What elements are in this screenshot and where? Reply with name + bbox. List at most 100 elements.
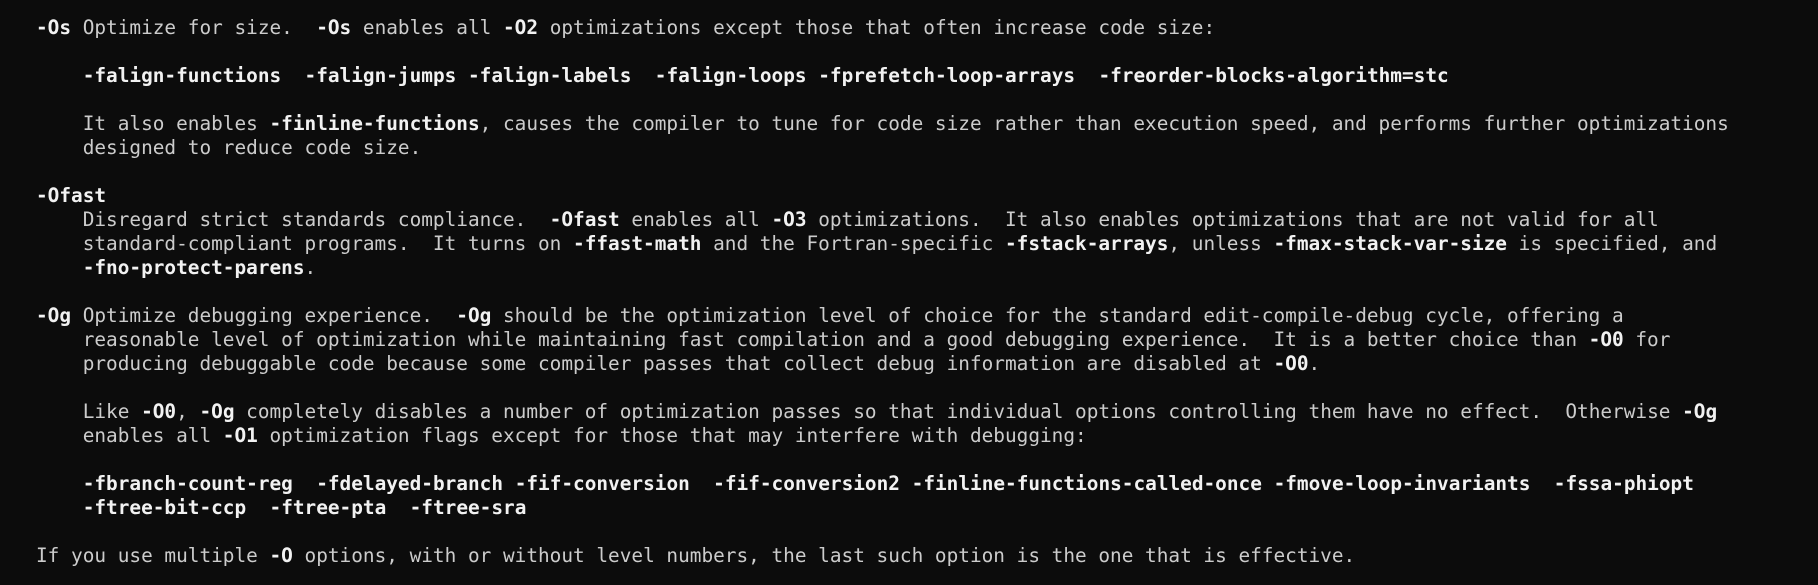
text-run: options, with or without level numbers, … — [292, 544, 1356, 567]
text-run: optimizations. It also enables optimizat… — [806, 208, 1659, 231]
option-flag: -freorder-blocks-algorithm=stc — [1098, 64, 1449, 87]
option-flag: -fno-protect-parens — [82, 256, 305, 279]
text-line: -falign-functions -falign-jumps -falign-… — [36, 64, 1818, 88]
text-line: designed to reduce code size. — [36, 136, 1818, 160]
text-run — [36, 496, 83, 519]
text-line: enables all -O1 optimization flags excep… — [36, 424, 1818, 448]
text-line: It also enables -finline-functions, caus… — [36, 112, 1818, 136]
text-run: enables all — [36, 424, 223, 447]
text-line: -Og Optimize debugging experience. -Og s… — [36, 304, 1818, 328]
option-flag: -O0 — [1588, 328, 1624, 351]
text-run: and the Fortran-specific — [701, 232, 1005, 255]
option-flag: -Ofast — [549, 208, 620, 231]
text-run: enables all — [619, 208, 772, 231]
text-run: optimization flags except for those that… — [257, 424, 1087, 447]
text-line: -ftree-bit-ccp -ftree-pta -ftree-sra — [36, 496, 1818, 520]
option-flag: -ftree-sra — [409, 496, 527, 519]
option-flag: -Og — [36, 304, 72, 327]
option-flag: -fstack-arrays — [1004, 232, 1169, 255]
text-run: . — [1308, 352, 1321, 375]
option-flag: -fif-conversion2 — [713, 472, 900, 495]
text-run — [1262, 472, 1274, 495]
text-run — [36, 64, 83, 87]
option-flag: -O0 — [1273, 352, 1309, 375]
option-flag: -falign-labels — [467, 64, 632, 87]
text-line: producing debuggable code because some c… — [36, 352, 1818, 376]
option-flag: -fdelayed-branch — [316, 472, 503, 495]
text-run: Optimize debugging experience. — [71, 304, 457, 327]
text-run — [1075, 64, 1098, 87]
option-flag: -O3 — [771, 208, 807, 231]
option-flag: -Ofast — [36, 184, 107, 207]
text-run — [456, 64, 468, 87]
option-flag: -O — [269, 544, 293, 567]
text-run: If you use multiple — [36, 544, 270, 567]
text-line: If you use multiple -O options, with or … — [36, 544, 1818, 568]
option-flag: -fif-conversion — [514, 472, 690, 495]
text-run: , — [176, 400, 200, 423]
option-flag: -fmax-stack-var-size — [1273, 232, 1507, 255]
text-line: -Ofast — [36, 184, 1818, 208]
text-run: , unless — [1168, 232, 1274, 255]
text-run: producing debuggable code because some c… — [36, 352, 1274, 375]
text-run — [1530, 472, 1553, 495]
option-flag: -O0 — [141, 400, 177, 423]
text-run: designed to reduce code size. — [36, 136, 422, 159]
terminal-window[interactable]: -Os Optimize for size. -Os enables all -… — [0, 0, 1818, 585]
text-run: completely disables a number of optimiza… — [234, 400, 1683, 423]
text-line: Disregard strict standards compliance. -… — [36, 208, 1818, 232]
text-run: is specified, and — [1506, 232, 1718, 255]
text-run: for — [1623, 328, 1671, 351]
text-line: -fbranch-count-reg -fdelayed-branch -fif… — [36, 472, 1818, 496]
option-flag: -falign-loops — [654, 64, 807, 87]
option-flag: -O1 — [222, 424, 258, 447]
option-flag: -fbranch-count-reg — [82, 472, 293, 495]
text-run: Optimize for size. — [71, 16, 317, 39]
option-flag: -ftree-pta — [269, 496, 387, 519]
option-flag: -fmove-loop-invariants — [1273, 472, 1531, 495]
text-run: optimizations except those that often in… — [538, 16, 1216, 39]
text-run — [36, 472, 83, 495]
option-flag: -Og — [1682, 400, 1718, 423]
text-run: reasonable level of optimization while m… — [36, 328, 1589, 351]
text-run — [36, 256, 83, 279]
text-run: Disregard strict standards compliance. — [36, 208, 550, 231]
option-flag: -O2 — [503, 16, 539, 39]
man-page-text: -Os Optimize for size. -Os enables all -… — [36, 16, 1818, 568]
text-run — [807, 64, 819, 87]
option-flag: -falign-functions — [82, 64, 282, 87]
option-flag: -fssa-phiopt — [1553, 472, 1694, 495]
text-run — [246, 496, 269, 519]
option-flag: -falign-jumps — [304, 64, 457, 87]
text-run: Like — [36, 400, 142, 423]
text-run: standard-compliant programs. It turns on — [36, 232, 574, 255]
text-run — [503, 472, 515, 495]
text-line: standard-compliant programs. It turns on… — [36, 232, 1818, 256]
text-run: enables all — [351, 16, 503, 39]
text-run — [386, 496, 409, 519]
option-flag: -ftree-bit-ccp — [82, 496, 247, 519]
option-flag: -finline-functions-called-once — [911, 472, 1262, 495]
text-run — [631, 64, 654, 87]
text-line: reasonable level of optimization while m… — [36, 328, 1818, 352]
text-run: should be the optimization level of choi… — [491, 304, 1624, 327]
option-flag: -finline-functions — [269, 112, 480, 135]
option-flag: -ffast-math — [573, 232, 702, 255]
text-run: It also enables — [36, 112, 270, 135]
option-flag: -Os — [316, 16, 352, 39]
text-run — [690, 472, 713, 495]
option-flag: -fprefetch-loop-arrays — [818, 64, 1076, 87]
option-flag: -Og — [199, 400, 235, 423]
option-flag: -Og — [456, 304, 492, 327]
text-run — [281, 64, 304, 87]
text-line: -fno-protect-parens. — [36, 256, 1818, 280]
text-run: , causes the compiler to tune for code s… — [479, 112, 1729, 135]
text-run — [900, 472, 912, 495]
text-line: Like -O0, -Og completely disables a numb… — [36, 400, 1818, 424]
